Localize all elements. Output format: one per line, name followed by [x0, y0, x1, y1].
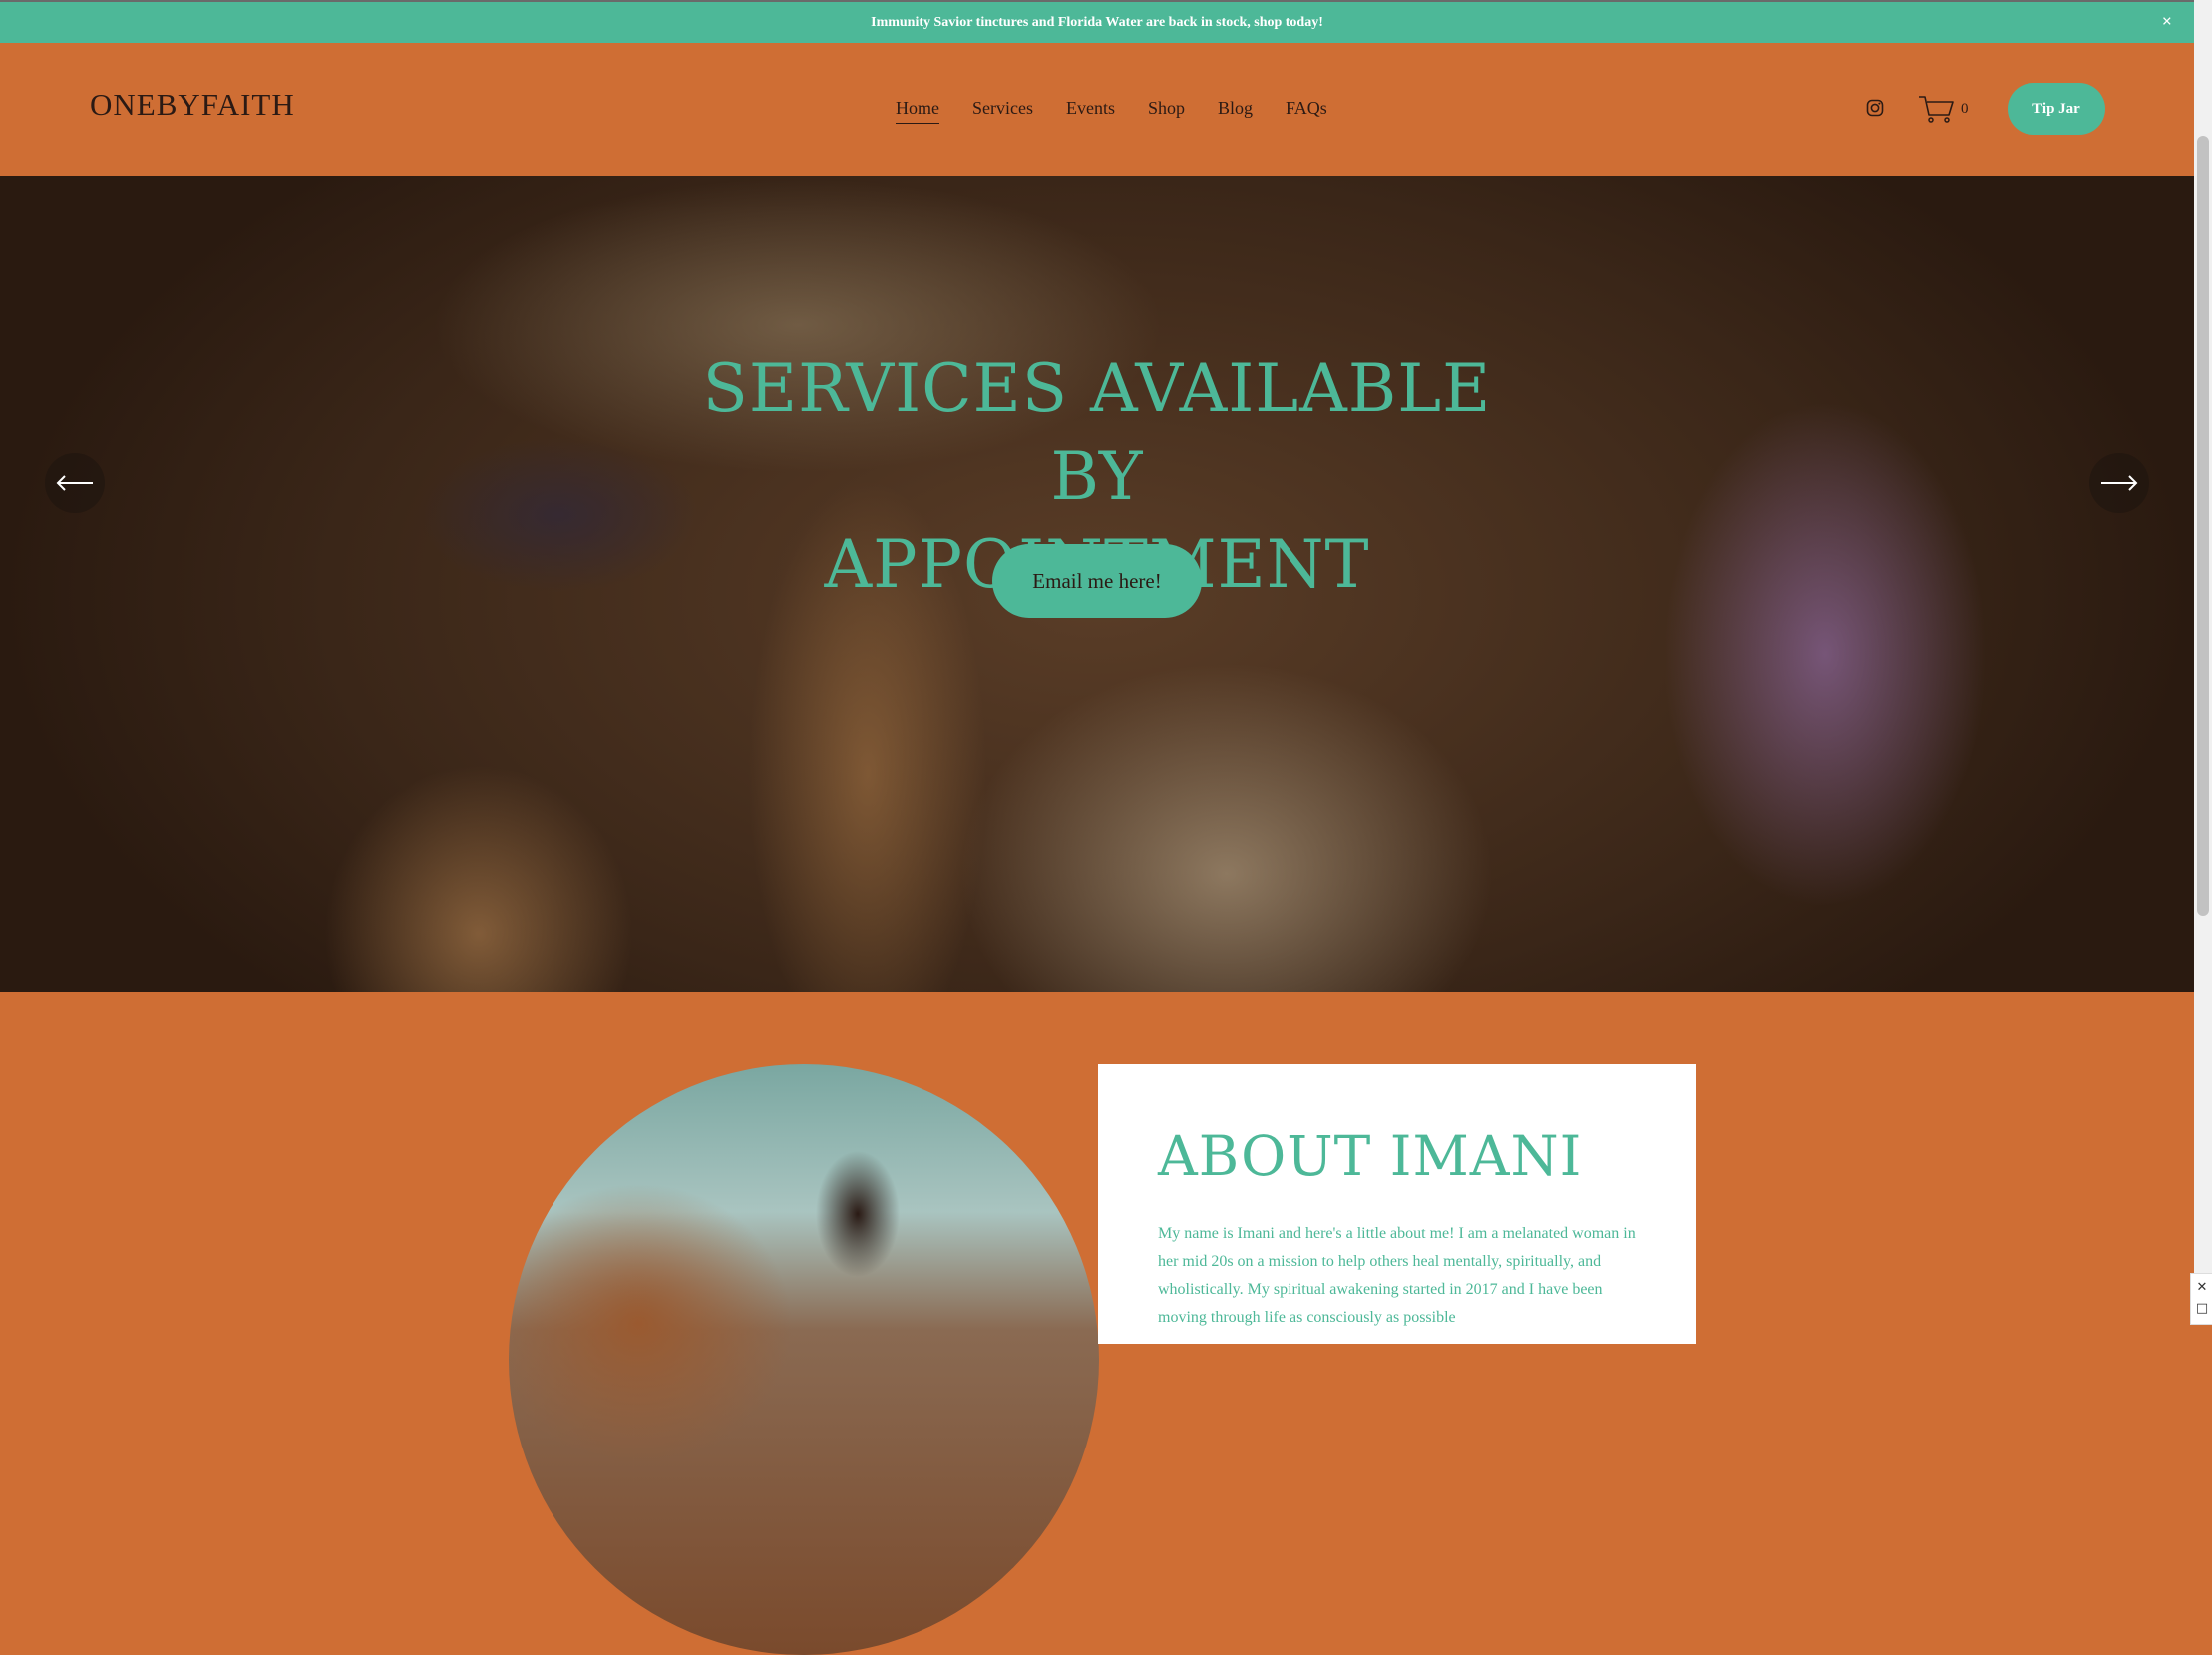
slideshow-next-button[interactable]	[2089, 453, 2149, 513]
nav-events[interactable]: Events	[1066, 98, 1115, 124]
announcement-text[interactable]: Immunity Savior tinctures and Florida Wa…	[871, 15, 1323, 31]
cart-icon[interactable]	[1918, 94, 1956, 124]
announcement-bar[interactable]: Immunity Savior tinctures and Florida Wa…	[0, 2, 2194, 43]
widget-icon[interactable]: □	[2191, 1301, 2212, 1316]
scrollbar-thumb[interactable]	[2197, 136, 2209, 916]
about-card: ABOUT IMANI My name is Imani and here's …	[1098, 1064, 1696, 1344]
cart-count[interactable]: 0	[1961, 101, 1969, 118]
tip-jar-button[interactable]: Tip Jar	[2008, 83, 2105, 135]
arrow-left-icon	[56, 475, 93, 491]
nav-shop[interactable]: Shop	[1148, 98, 1185, 124]
about-text: My name is Imani and here's a little abo…	[1158, 1225, 1636, 1326]
page-scrollbar[interactable]	[2194, 0, 2212, 1323]
hero-title-line1: SERVICES AVAILABLE BY	[702, 350, 1492, 515]
nav-blog[interactable]: Blog	[1218, 98, 1253, 124]
email-me-button[interactable]: Email me here!	[992, 544, 1202, 618]
site-logo[interactable]: ONEBYFAITH	[90, 87, 295, 123]
nav-faqs[interactable]: FAQs	[1286, 98, 1327, 124]
corner-widget[interactable]: ✕ □	[2190, 1273, 2212, 1325]
hero-slideshow: SERVICES AVAILABLE BY APPOINTMENT Email …	[0, 176, 2194, 992]
arrow-right-icon	[2101, 475, 2138, 491]
nav-services[interactable]: Services	[972, 98, 1033, 124]
about-photo	[509, 1064, 1099, 1655]
instagram-icon[interactable]	[1866, 99, 1884, 117]
close-icon[interactable]: ×	[2162, 11, 2172, 32]
nav-home[interactable]: Home	[896, 98, 939, 124]
widget-close-icon[interactable]: ✕	[2191, 1280, 2212, 1295]
slideshow-prev-button[interactable]	[45, 453, 105, 513]
about-title: ABOUT IMANI	[1158, 1124, 1583, 1188]
main-nav: Home Services Events Shop Blog FAQs	[896, 98, 1327, 124]
site-header: ONEBYFAITH Home Services Events Shop Blo…	[0, 43, 2194, 176]
